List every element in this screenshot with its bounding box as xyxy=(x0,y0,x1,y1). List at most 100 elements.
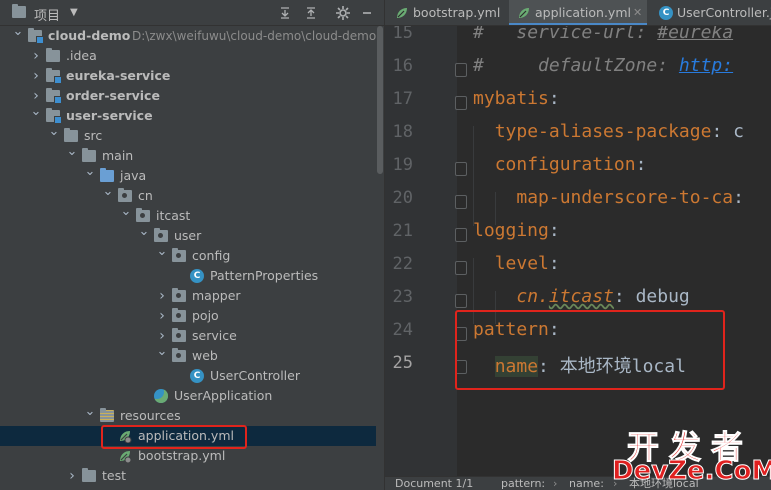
chevron-right-icon[interactable]: › xyxy=(30,66,42,86)
tree-item-cn[interactable]: ⌄ cn xyxy=(0,184,376,206)
package-icon xyxy=(172,348,186,362)
tab-label: UserController.ja xyxy=(677,5,771,20)
tree-item-web[interactable]: ⌄ web xyxy=(0,344,376,366)
line-number: 18 xyxy=(392,122,413,142)
chevron-down-icon[interactable]: ⌄ xyxy=(102,182,114,202)
fold-marker-icon[interactable] xyxy=(455,63,467,77)
editor-gutter: 15 16 17 18 19 20 21 22 23 24 25 xyxy=(385,26,457,476)
tab-user-controller[interactable]: C UserController.ja xyxy=(651,0,771,25)
tree-item-userapplication[interactable]: UserApplication xyxy=(0,386,376,406)
chevron-right-icon[interactable]: › xyxy=(156,286,168,306)
folder-icon xyxy=(82,148,96,162)
code-editor[interactable]: 15 16 17 18 19 20 21 22 23 24 25 # service-url: #e… xyxy=(385,26,771,476)
tree-item-user[interactable]: ⌄ user xyxy=(0,224,376,246)
code-line: cn.itcast: debug xyxy=(516,286,690,307)
tree-item-mapper[interactable]: › mapper xyxy=(0,286,376,306)
chevron-down-icon[interactable]: ⌄ xyxy=(12,26,24,42)
fold-marker-icon[interactable] xyxy=(455,261,467,275)
tab-application-yml[interactable]: application.yml ✕ xyxy=(509,0,647,25)
chevron-down-icon[interactable]: ⌄ xyxy=(120,202,132,222)
tab-bootstrap-yml[interactable]: bootstrap.yml xyxy=(385,0,507,25)
package-icon xyxy=(172,288,186,302)
chevron-down-icon[interactable]: ⌄ xyxy=(48,122,60,142)
collapse-all-icon[interactable] xyxy=(302,4,320,22)
status-document: Document 1/1 xyxy=(395,477,474,490)
fold-marker-icon[interactable] xyxy=(455,195,467,209)
fold-marker-icon[interactable] xyxy=(455,360,467,374)
tree-item-application-yml[interactable]: application.yml xyxy=(0,426,376,446)
project-panel-title[interactable]: 项目 xyxy=(34,5,60,24)
tree-item-label: PatternProperties xyxy=(210,268,319,283)
code-line: level: xyxy=(494,253,560,274)
module-folder-icon xyxy=(46,68,62,84)
class-icon: C xyxy=(190,269,204,283)
code-line: # service-url: #eureka xyxy=(473,26,734,43)
chevron-down-icon[interactable]: ⌄ xyxy=(84,162,96,182)
tree-item-config[interactable]: ⌄ config xyxy=(0,244,376,266)
tree-item-label: UserController xyxy=(210,368,300,383)
tree-item-pojo[interactable]: › pojo xyxy=(0,306,376,326)
tree-item-label: test xyxy=(102,468,127,483)
code-line: logging: xyxy=(473,220,560,241)
close-icon[interactable]: ✕ xyxy=(633,0,642,25)
tree-item-eureka-service[interactable]: › eureka-service xyxy=(0,66,376,86)
tree-item-label: UserApplication xyxy=(174,388,273,403)
fold-marker-icon[interactable] xyxy=(455,294,467,308)
tree-item-label: order-service xyxy=(66,88,160,103)
tree-item-main[interactable]: ⌄ main xyxy=(0,144,376,166)
tree-item-java[interactable]: ⌄ java xyxy=(0,164,376,186)
tree-scroll-thumb[interactable] xyxy=(377,26,383,174)
tree-item-label: .idea xyxy=(66,48,97,63)
expand-all-icon[interactable] xyxy=(276,4,294,22)
chevron-down-icon[interactable]: ⌄ xyxy=(156,242,168,262)
tree-item-test[interactable]: › test xyxy=(0,466,376,486)
tree-item-label: main xyxy=(102,148,134,163)
fold-marker-icon[interactable] xyxy=(455,96,467,110)
tree-item-resources[interactable]: ⌄ resources xyxy=(0,404,376,426)
code-line: pattern: xyxy=(473,319,560,340)
package-icon xyxy=(136,208,150,222)
minimize-icon[interactable] xyxy=(358,4,376,22)
source-folder-icon xyxy=(100,168,114,182)
line-number: 25 xyxy=(392,353,413,373)
chevron-down-icon[interactable]: ▼ xyxy=(70,7,78,18)
tree-item-cloud-demo[interactable]: ⌄ cloud-demo D:\zwx\weifuwu\cloud-demo\clo… xyxy=(0,26,376,46)
spring-yml-icon xyxy=(120,451,132,463)
chevron-down-icon[interactable]: ⌄ xyxy=(156,342,168,362)
line-number: 24 xyxy=(392,320,413,340)
fold-marker-icon[interactable] xyxy=(455,228,467,242)
tree-item-label: mapper xyxy=(192,288,241,303)
tree-item-src[interactable]: ⌄ src xyxy=(0,124,376,146)
tree-item-patternproperties[interactable]: C PatternProperties xyxy=(0,266,376,286)
module-folder-icon xyxy=(46,88,62,104)
module-folder-icon xyxy=(28,28,44,44)
line-number: 16 xyxy=(392,56,413,76)
code-line: # defaultZone: http: xyxy=(473,55,734,76)
tree-scrollbar[interactable] xyxy=(376,26,384,490)
editor-area: bootstrap.yml application.yml ✕ C UserCo… xyxy=(384,0,771,490)
tree-item-label: src xyxy=(84,128,103,143)
chevron-right-icon[interactable]: › xyxy=(66,466,78,486)
fold-marker-icon[interactable] xyxy=(455,162,467,176)
tree-item-itcast[interactable]: ⌄ itcast xyxy=(0,204,376,226)
gear-icon[interactable] xyxy=(334,4,352,22)
breadcrumb-name[interactable]: name: xyxy=(569,477,604,490)
line-number: 17 xyxy=(392,89,413,109)
tree-item-service[interactable]: › service xyxy=(0,326,376,346)
tree-item-idea[interactable]: › .idea xyxy=(0,46,376,66)
chevron-right-icon[interactable]: › xyxy=(156,306,168,326)
chevron-down-icon[interactable]: ⌄ xyxy=(138,222,150,242)
breadcrumb-pattern[interactable]: pattern: xyxy=(501,477,545,490)
tree-item-order-service[interactable]: › order-service xyxy=(0,86,376,106)
chevron-right-icon[interactable]: › xyxy=(30,46,42,66)
chevron-down-icon[interactable]: ⌄ xyxy=(66,142,78,162)
tree-item-bootstrap-yml[interactable]: bootstrap.yml xyxy=(0,446,376,466)
project-panel: 项目 ▼ ⌄ cloud-demo D:\zwx\weifuwu\cloud-dem… xyxy=(0,0,384,490)
tree-item-usercontroller[interactable]: C UserController xyxy=(0,366,376,386)
tree-item-label: web xyxy=(192,348,218,363)
fold-marker-icon[interactable] xyxy=(455,327,467,341)
chevron-down-icon[interactable]: ⌄ xyxy=(30,102,42,122)
chevron-down-icon[interactable]: ⌄ xyxy=(84,402,96,422)
spring-yml-icon xyxy=(120,431,132,443)
resources-folder-icon xyxy=(100,408,114,422)
